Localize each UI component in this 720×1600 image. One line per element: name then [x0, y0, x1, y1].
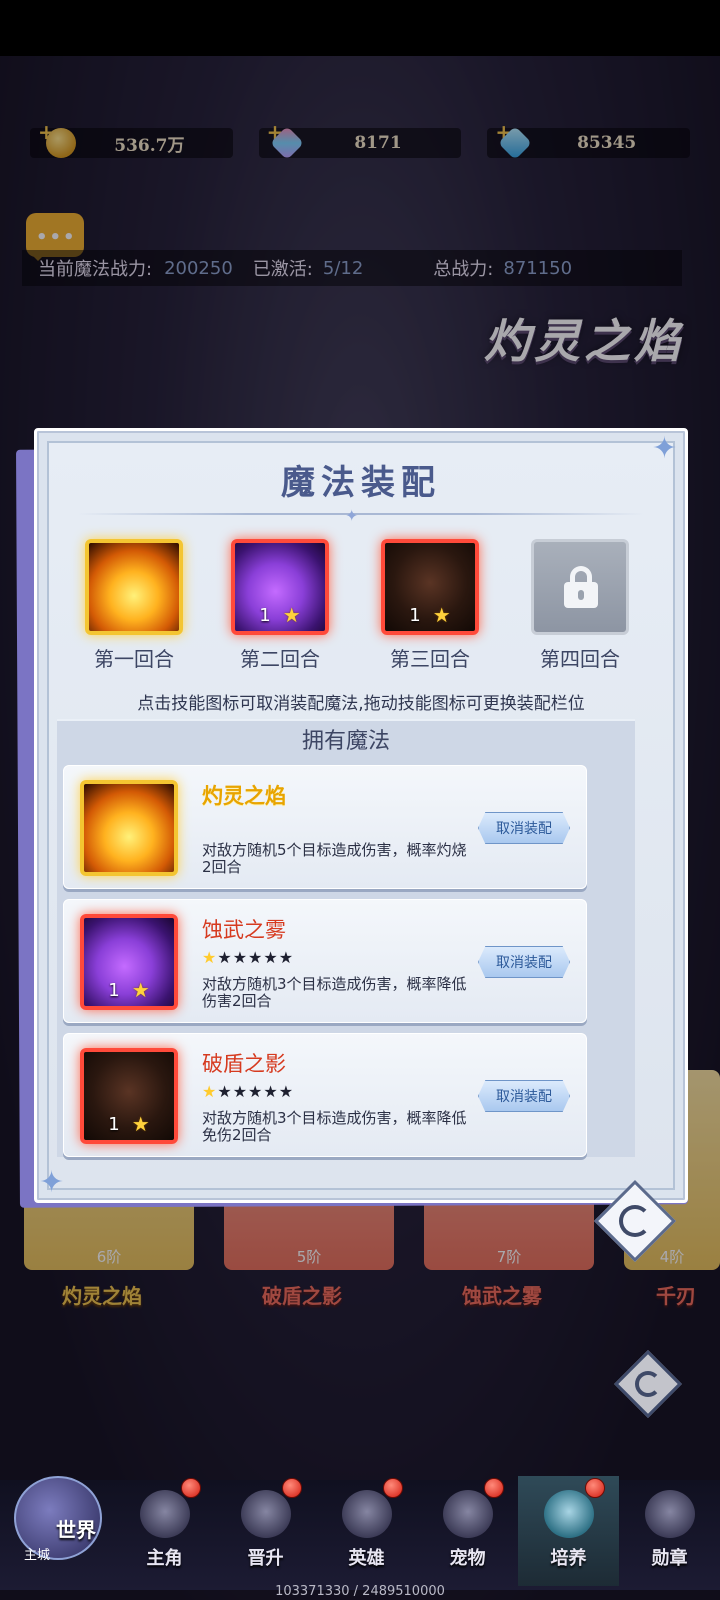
fog-spell-icon[interactable]: 1 ★ [231, 539, 329, 635]
spell-level: 1 [259, 604, 271, 626]
owned-magic-panel: 拥有魔法 灼灵之焰 对敌方随机5个目标造成伤害，概率灼烧2回合 取消装配 1 ★ … [57, 719, 635, 1157]
spell-name: 蚀武之雾 [202, 918, 286, 942]
star-icon: ★ [131, 978, 150, 1002]
diamond-ornament-icon: ✦ [345, 506, 359, 525]
nav-item-heroes[interactable]: 英雄 [316, 1476, 417, 1586]
sparkle-icon: ✦ [39, 1165, 65, 1200]
equip-hint: 点击技能图标可取消装配魔法,拖动技能图标可更换装配栏位 [137, 694, 585, 714]
unequip-button[interactable]: 取消装配 [478, 1080, 570, 1112]
notification-dot [282, 1478, 302, 1498]
slot-round-3[interactable]: 1 ★ 第三回合 [375, 539, 485, 672]
slot-round-4[interactable]: 第四回合 [525, 539, 635, 672]
spell-desc: 对敌方随机3个目标造成伤害，概率降低伤害2回合 [202, 975, 467, 1010]
owned-magic-title: 拥有魔法 [301, 729, 390, 754]
flame-spell-icon[interactable] [80, 780, 178, 876]
helmet-icon [341, 1490, 392, 1538]
back-icon [635, 1371, 661, 1397]
modal-title: 魔法装配 [281, 463, 441, 503]
cultivate-icon [543, 1490, 594, 1538]
notification-dot [585, 1478, 605, 1498]
slot-label: 第三回合 [390, 647, 470, 671]
equip-slots: 第一回合 1 ★ 第二回合 1 ★ 第三回合 第四回合 [79, 539, 649, 689]
spell-name: 破盾之影 [202, 1052, 286, 1076]
magic-equip-modal: ✦ ✦ 魔法装配 ✦ 第一回合 1 ★ 第二回合 1 ★ 第三回合 第四回合 点击技… [34, 428, 688, 1203]
close-icon [619, 1205, 651, 1237]
nav-item-cultivate[interactable]: 培养 [518, 1476, 619, 1586]
promote-icon [240, 1490, 291, 1538]
notification-dot [383, 1478, 403, 1498]
nav-label: 主角 [146, 1548, 183, 1569]
medal-icon [644, 1490, 695, 1538]
nav-label: 勋章 [651, 1548, 688, 1569]
spell-desc: 对敌方随机5个目标造成伤害，概率灼烧2回合 [202, 841, 467, 876]
slot-label: 第四回合 [540, 647, 620, 671]
slot-label: 第二回合 [240, 647, 320, 671]
nav-label: 宠物 [449, 1548, 486, 1569]
spell-level: 1 [409, 604, 421, 626]
protagonist-icon [139, 1490, 190, 1538]
unequip-button[interactable]: 取消装配 [478, 812, 570, 844]
nav-label: 培养 [550, 1548, 587, 1569]
unequip-button[interactable]: 取消装配 [478, 946, 570, 978]
notification-dot [181, 1478, 201, 1498]
spell-card-shadow[interactable]: 1 ★ 破盾之影 ★★★★★★ 对敌方随机3个目标造成伤害，概率降低免伤2回合 取… [63, 1033, 587, 1157]
pet-icon [442, 1490, 493, 1538]
nav-world-sub: 主城 [24, 1548, 51, 1563]
nav-label: 晋升 [247, 1548, 284, 1569]
nav-item-hero-main[interactable]: 主角 [114, 1476, 215, 1586]
star-icon: ★ [432, 603, 451, 627]
star-icon: ★ [282, 603, 301, 627]
locked-slot[interactable] [531, 539, 629, 635]
nav-items: 主角 晋升 英雄 宠物 培养 勋章 [114, 1476, 720, 1586]
slot-round-1[interactable]: 第一回合 [79, 539, 189, 672]
nav-item-pets[interactable]: 宠物 [417, 1476, 518, 1586]
star-rating: ★★★★★★ [202, 948, 295, 967]
shadow-spell-icon[interactable]: 1 ★ [381, 539, 479, 635]
lock-icon [564, 566, 598, 608]
title-divider [77, 513, 645, 515]
spell-name: 灼灵之焰 [202, 784, 286, 808]
nav-item-promote[interactable]: 晋升 [215, 1476, 316, 1586]
star-icon: ★ [131, 1112, 150, 1136]
nav-world[interactable]: 世界 主城 [10, 1450, 110, 1580]
star-rating: ★★★★★★ [202, 1082, 295, 1101]
spell-desc: 对敌方随机3个目标造成伤害，概率降低免伤2回合 [202, 1109, 467, 1144]
status-bar [0, 0, 720, 56]
nav-world-label: 世界 [56, 1518, 96, 1542]
fog-spell-icon[interactable]: 1 ★ [80, 914, 178, 1010]
slot-label: 第一回合 [94, 647, 174, 671]
spell-level: 1 [108, 1113, 120, 1135]
footer-progress-text: 103371330 / 2489510000 [275, 1584, 445, 1599]
notification-dot [484, 1478, 504, 1498]
nav-item-medal[interactable]: 勋章 [619, 1476, 720, 1586]
slot-round-2[interactable]: 1 ★ 第二回合 [225, 539, 335, 672]
spell-card-flame[interactable]: 灼灵之焰 对敌方随机5个目标造成伤害，概率灼烧2回合 取消装配 [63, 765, 587, 889]
spell-level: 1 [108, 979, 120, 1001]
shadow-spell-icon[interactable]: 1 ★ [80, 1048, 178, 1144]
nav-label: 英雄 [348, 1548, 385, 1569]
spell-card-fog[interactable]: 1 ★ 蚀武之雾 ★★★★★★ 对敌方随机3个目标造成伤害，概率降低伤害2回合 取… [63, 899, 587, 1023]
flame-spell-icon[interactable] [85, 539, 183, 635]
